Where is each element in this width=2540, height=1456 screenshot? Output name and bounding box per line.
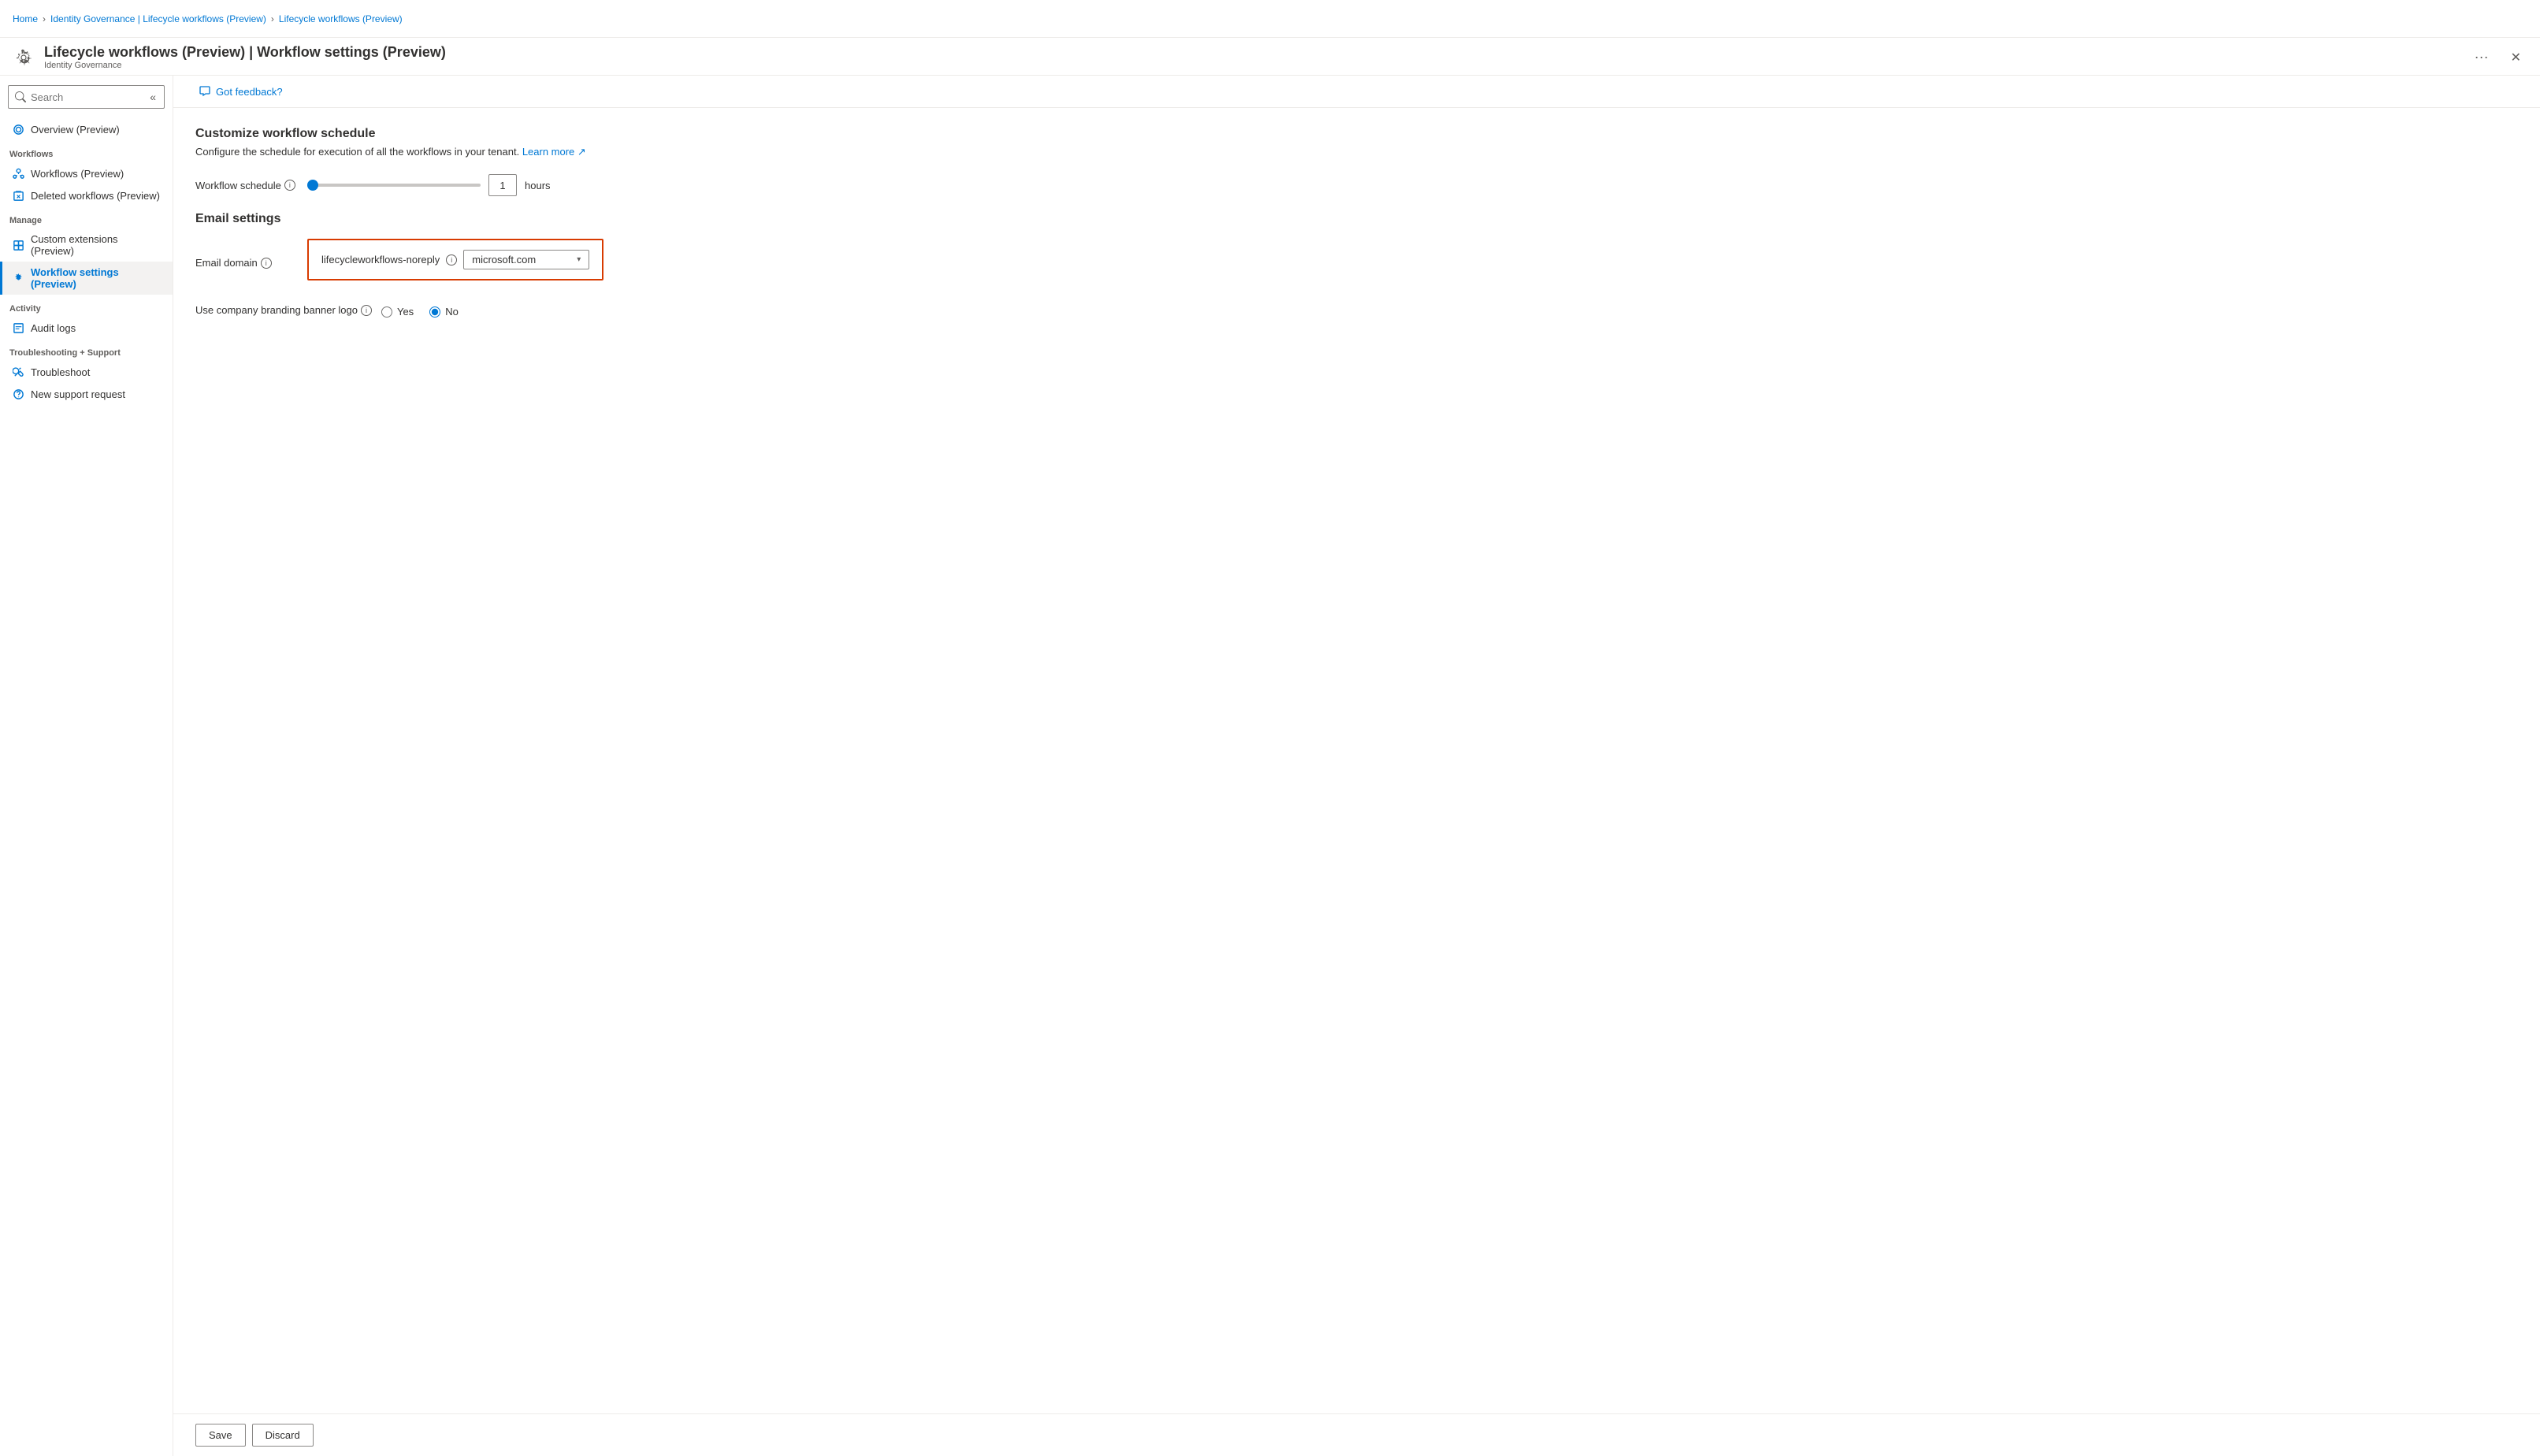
sidebar-item-custom-extensions-label: Custom extensions (Preview) bbox=[31, 233, 163, 257]
sidebar-item-new-support-label: New support request bbox=[31, 388, 125, 400]
header-icon bbox=[13, 46, 35, 69]
collapse-sidebar-button[interactable]: « bbox=[148, 89, 158, 105]
customize-schedule-description: Configure the schedule for execution of … bbox=[195, 146, 2518, 158]
sidebar-section-activity: Activity bbox=[0, 295, 173, 317]
sidebar-item-overview[interactable]: Overview (Preview) bbox=[0, 118, 173, 140]
email-prefix-info-icon[interactable]: i bbox=[446, 254, 457, 266]
sidebar-item-deleted-label: Deleted workflows (Preview) bbox=[31, 190, 160, 202]
workflow-schedule-label: Workflow schedule i bbox=[195, 180, 298, 191]
sidebar-item-new-support[interactable]: New support request bbox=[0, 383, 173, 405]
radio-group: Yes No bbox=[381, 306, 459, 318]
sidebar-item-workflow-settings[interactable]: Workflow settings (Preview) bbox=[0, 262, 173, 295]
content-toolbar: Got feedback? bbox=[173, 76, 2540, 108]
email-domain-label: Email domain i bbox=[195, 257, 298, 269]
company-branding-row: Use company branding banner logo i Yes N… bbox=[195, 303, 2518, 318]
sidebar-item-deleted-workflows[interactable]: Deleted workflows (Preview) bbox=[0, 184, 173, 206]
sidebar: « Overview (Preview) Workflows Workflows… bbox=[0, 76, 173, 1456]
email-domain-info-icon[interactable]: i bbox=[261, 258, 272, 269]
radio-yes[interactable] bbox=[381, 306, 392, 318]
page-subtitle: Identity Governance bbox=[44, 61, 2459, 70]
settings-icon bbox=[12, 272, 24, 284]
content-area: Got feedback? Customize workflow schedul… bbox=[173, 76, 2540, 1456]
chevron-down-icon: ▾ bbox=[577, 255, 581, 264]
gear-icon bbox=[14, 48, 33, 67]
email-domain-inner-row: lifecycleworkflows-noreply i microsoft.c… bbox=[321, 250, 589, 269]
overview-icon bbox=[12, 123, 24, 136]
domain-dropdown[interactable]: microsoft.com ▾ bbox=[463, 250, 589, 269]
workflows-icon bbox=[12, 167, 24, 180]
breadcrumb-lifecycle-workflows[interactable]: Lifecycle workflows (Preview) bbox=[279, 13, 403, 24]
slider-unit: hours bbox=[525, 180, 551, 191]
feedback-label: Got feedback? bbox=[216, 86, 283, 98]
radio-yes-label[interactable]: Yes bbox=[381, 306, 414, 318]
email-domain-row: Email domain i lifecycleworkflows-norepl… bbox=[195, 239, 2518, 287]
sidebar-item-troubleshoot[interactable]: Troubleshoot bbox=[0, 361, 173, 383]
customize-schedule-title: Customize workflow schedule bbox=[195, 127, 2518, 141]
sidebar-item-overview-label: Overview (Preview) bbox=[31, 124, 120, 136]
workflow-schedule-row: Workflow schedule i 1 hours bbox=[195, 174, 2518, 196]
breadcrumb-identity-governance[interactable]: Identity Governance | Lifecycle workflow… bbox=[50, 13, 266, 24]
header-more-button[interactable]: ··· bbox=[2468, 46, 2495, 69]
extensions-icon bbox=[12, 239, 24, 251]
troubleshoot-icon bbox=[12, 366, 24, 378]
save-button[interactable]: Save bbox=[195, 1424, 246, 1447]
domain-value: microsoft.com bbox=[472, 254, 536, 266]
external-link-icon: ↗ bbox=[577, 146, 586, 158]
sidebar-item-workflows[interactable]: Workflows (Preview) bbox=[0, 162, 173, 184]
sidebar-item-custom-extensions[interactable]: Custom extensions (Preview) bbox=[0, 228, 173, 262]
page-header: Lifecycle workflows (Preview) | Workflow… bbox=[0, 38, 2540, 76]
discard-button[interactable]: Discard bbox=[252, 1424, 314, 1447]
content-body: Customize workflow schedule Configure th… bbox=[173, 108, 2540, 1413]
search-input[interactable] bbox=[31, 91, 143, 103]
sidebar-section-troubleshooting: Troubleshooting + Support bbox=[0, 339, 173, 361]
content-footer: Save Discard bbox=[173, 1413, 2540, 1456]
radio-yes-text: Yes bbox=[397, 306, 414, 318]
page-title: Lifecycle workflows (Preview) | Workflow… bbox=[44, 44, 2459, 61]
radio-no-text: No bbox=[445, 306, 459, 318]
learn-more-link[interactable]: Learn more ↗ bbox=[522, 146, 586, 158]
sidebar-item-audit-logs[interactable]: Audit logs bbox=[0, 317, 173, 339]
email-settings-section: Email settings Email domain i lifecyclew… bbox=[195, 212, 2518, 318]
support-icon bbox=[12, 388, 24, 400]
sidebar-section-workflows: Workflows bbox=[0, 140, 173, 162]
sidebar-item-workflow-settings-label: Workflow settings (Preview) bbox=[31, 266, 163, 290]
slider-container: 1 hours bbox=[307, 174, 551, 196]
sidebar-section-manage: Manage bbox=[0, 206, 173, 228]
customize-schedule-section: Customize workflow schedule Configure th… bbox=[195, 127, 2518, 196]
workflow-schedule-slider[interactable] bbox=[307, 184, 481, 187]
search-icon bbox=[15, 91, 26, 102]
breadcrumb-bar: Home › Identity Governance | Lifecycle w… bbox=[0, 0, 2540, 38]
search-box[interactable]: « bbox=[8, 85, 165, 109]
email-prefix: lifecycleworkflows-noreply bbox=[321, 254, 440, 266]
sidebar-item-workflows-label: Workflows (Preview) bbox=[31, 168, 124, 180]
workflow-schedule-info-icon[interactable]: i bbox=[284, 180, 295, 191]
radio-no-label[interactable]: No bbox=[429, 306, 459, 318]
feedback-icon bbox=[199, 85, 211, 98]
email-settings-title: Email settings bbox=[195, 212, 2518, 226]
breadcrumb: Home › Identity Governance | Lifecycle w… bbox=[13, 13, 403, 24]
radio-no[interactable] bbox=[429, 306, 440, 318]
header-title-group: Lifecycle workflows (Preview) | Workflow… bbox=[44, 44, 2459, 70]
breadcrumb-home[interactable]: Home bbox=[13, 13, 38, 24]
feedback-button[interactable]: Got feedback? bbox=[192, 82, 289, 101]
company-branding-info-icon[interactable]: i bbox=[361, 305, 372, 316]
sidebar-item-audit-logs-label: Audit logs bbox=[31, 322, 76, 334]
deleted-icon bbox=[12, 189, 24, 202]
company-branding-label: Use company branding banner logo i bbox=[195, 304, 372, 316]
logs-icon bbox=[12, 321, 24, 334]
slider-value: 1 bbox=[488, 174, 517, 196]
sidebar-item-troubleshoot-label: Troubleshoot bbox=[31, 366, 90, 378]
close-button[interactable]: ✕ bbox=[2505, 46, 2527, 69]
email-domain-highlight: lifecycleworkflows-noreply i microsoft.c… bbox=[307, 239, 603, 280]
